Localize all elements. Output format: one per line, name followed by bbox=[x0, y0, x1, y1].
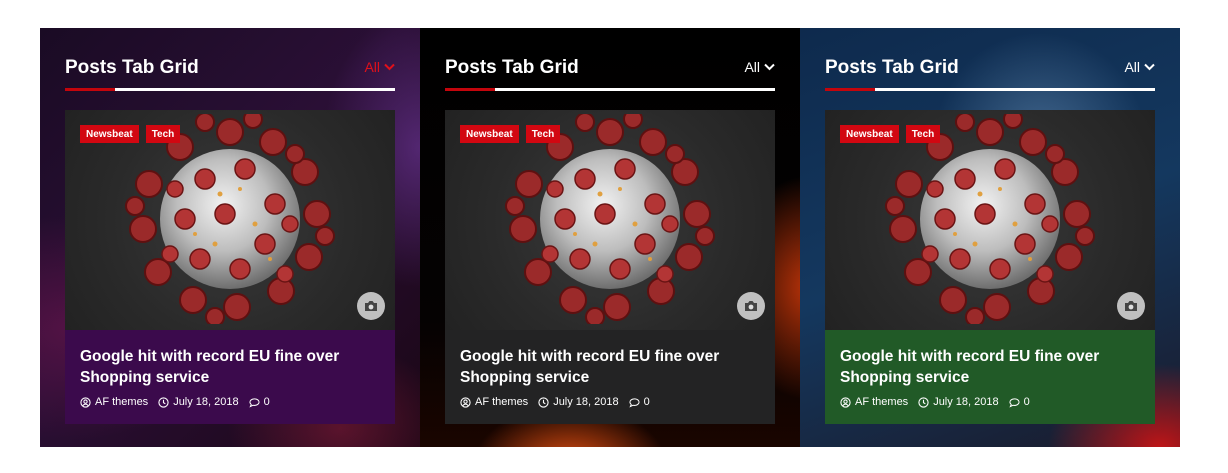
post-date-text: July 18, 2018 bbox=[933, 396, 999, 408]
post-comments[interactable]: 0 bbox=[249, 396, 270, 408]
post-date: July 18, 2018 bbox=[918, 396, 999, 408]
post-categories: Newsbeat Tech bbox=[840, 125, 941, 143]
category-badge-tech[interactable]: Tech bbox=[905, 125, 941, 143]
clock-icon bbox=[918, 396, 929, 408]
post-categories: Newsbeat Tech bbox=[460, 125, 561, 143]
post-date: July 18, 2018 bbox=[158, 396, 239, 408]
post-card-body: Google hit with record EU fine over Shop… bbox=[825, 330, 1155, 424]
post-meta: AF themes July 18, 2018 0 bbox=[80, 396, 380, 408]
post-date-text: July 18, 2018 bbox=[553, 396, 619, 408]
user-icon bbox=[80, 396, 91, 408]
post-author-name: AF themes bbox=[855, 396, 909, 408]
post-author[interactable]: AF themes bbox=[840, 396, 908, 408]
chevron-down-icon bbox=[1144, 63, 1155, 71]
post-card-body: Google hit with record EU fine over Shop… bbox=[445, 330, 775, 424]
post-categories: Newsbeat Tech bbox=[80, 125, 181, 143]
header-divider bbox=[65, 88, 395, 91]
post-meta: AF themes July 18, 2018 0 bbox=[460, 396, 760, 408]
chevron-down-icon bbox=[764, 63, 775, 71]
posts-tab-grid-panel-3: Posts Tab Grid All Newsbeat Tech Google … bbox=[800, 28, 1180, 447]
post-comment-count: 0 bbox=[1023, 396, 1030, 408]
comment-icon bbox=[249, 397, 260, 407]
header-divider bbox=[825, 88, 1155, 91]
filter-label: All bbox=[364, 59, 380, 75]
post-date-text: July 18, 2018 bbox=[173, 396, 239, 408]
post-author-name: AF themes bbox=[475, 396, 529, 408]
widget-title: Posts Tab Grid bbox=[65, 57, 199, 78]
post-title-link[interactable]: Google hit with record EU fine over Shop… bbox=[460, 346, 760, 388]
category-badge-newsbeat[interactable]: Newsbeat bbox=[80, 125, 139, 143]
widget-header: Posts Tab Grid All bbox=[445, 28, 775, 88]
chevron-down-icon bbox=[384, 63, 395, 71]
post-comments[interactable]: 0 bbox=[629, 396, 650, 408]
post-comment-count: 0 bbox=[263, 396, 270, 408]
widget-header: Posts Tab Grid All bbox=[825, 28, 1155, 88]
post-card: Newsbeat Tech Google hit with record EU … bbox=[65, 110, 395, 424]
post-title-link[interactable]: Google hit with record EU fine over Shop… bbox=[80, 346, 380, 388]
header-divider-accent bbox=[445, 88, 495, 91]
post-thumbnail[interactable]: Newsbeat Tech bbox=[825, 110, 1155, 330]
camera-icon bbox=[357, 292, 385, 320]
post-thumbnail[interactable]: Newsbeat Tech bbox=[445, 110, 775, 330]
clock-icon bbox=[158, 396, 169, 408]
widget-title: Posts Tab Grid bbox=[825, 57, 959, 78]
post-author-name: AF themes bbox=[95, 396, 149, 408]
filter-label: All bbox=[1124, 59, 1140, 75]
posts-tab-grid-row: Posts Tab Grid All Newsbeat Tech Google … bbox=[40, 28, 1180, 447]
posts-tab-grid-panel-2: Posts Tab Grid All Newsbeat Tech Google … bbox=[420, 28, 800, 447]
camera-icon bbox=[1117, 292, 1145, 320]
widget-title: Posts Tab Grid bbox=[445, 57, 579, 78]
user-icon bbox=[460, 396, 471, 408]
header-divider bbox=[445, 88, 775, 91]
post-author[interactable]: AF themes bbox=[80, 396, 148, 408]
camera-icon bbox=[737, 292, 765, 320]
category-badge-tech[interactable]: Tech bbox=[145, 125, 181, 143]
clock-icon bbox=[538, 396, 549, 408]
comment-icon bbox=[1009, 397, 1020, 407]
category-badge-newsbeat[interactable]: Newsbeat bbox=[840, 125, 899, 143]
comment-icon bbox=[629, 397, 640, 407]
post-card: Newsbeat Tech Google hit with record EU … bbox=[445, 110, 775, 424]
post-author[interactable]: AF themes bbox=[460, 396, 528, 408]
coronavirus-image bbox=[125, 114, 335, 324]
widget-header: Posts Tab Grid All bbox=[65, 28, 395, 88]
post-card-body: Google hit with record EU fine over Shop… bbox=[65, 330, 395, 424]
post-comment-count: 0 bbox=[643, 396, 650, 408]
post-date: July 18, 2018 bbox=[538, 396, 619, 408]
filter-dropdown[interactable]: All bbox=[364, 59, 395, 88]
coronavirus-image bbox=[505, 114, 715, 324]
post-comments[interactable]: 0 bbox=[1009, 396, 1030, 408]
post-title-link[interactable]: Google hit with record EU fine over Shop… bbox=[840, 346, 1140, 388]
header-divider-accent bbox=[825, 88, 875, 91]
posts-tab-grid-panel-1: Posts Tab Grid All Newsbeat Tech Google … bbox=[40, 28, 420, 447]
filter-dropdown[interactable]: All bbox=[1124, 59, 1155, 88]
category-badge-newsbeat[interactable]: Newsbeat bbox=[460, 125, 519, 143]
post-thumbnail[interactable]: Newsbeat Tech bbox=[65, 110, 395, 330]
coronavirus-image bbox=[885, 114, 1095, 324]
category-badge-tech[interactable]: Tech bbox=[525, 125, 561, 143]
post-card: Newsbeat Tech Google hit with record EU … bbox=[825, 110, 1155, 424]
user-icon bbox=[840, 396, 851, 408]
filter-dropdown[interactable]: All bbox=[744, 59, 775, 88]
post-meta: AF themes July 18, 2018 0 bbox=[840, 396, 1140, 408]
filter-label: All bbox=[744, 59, 760, 75]
header-divider-accent bbox=[65, 88, 115, 91]
